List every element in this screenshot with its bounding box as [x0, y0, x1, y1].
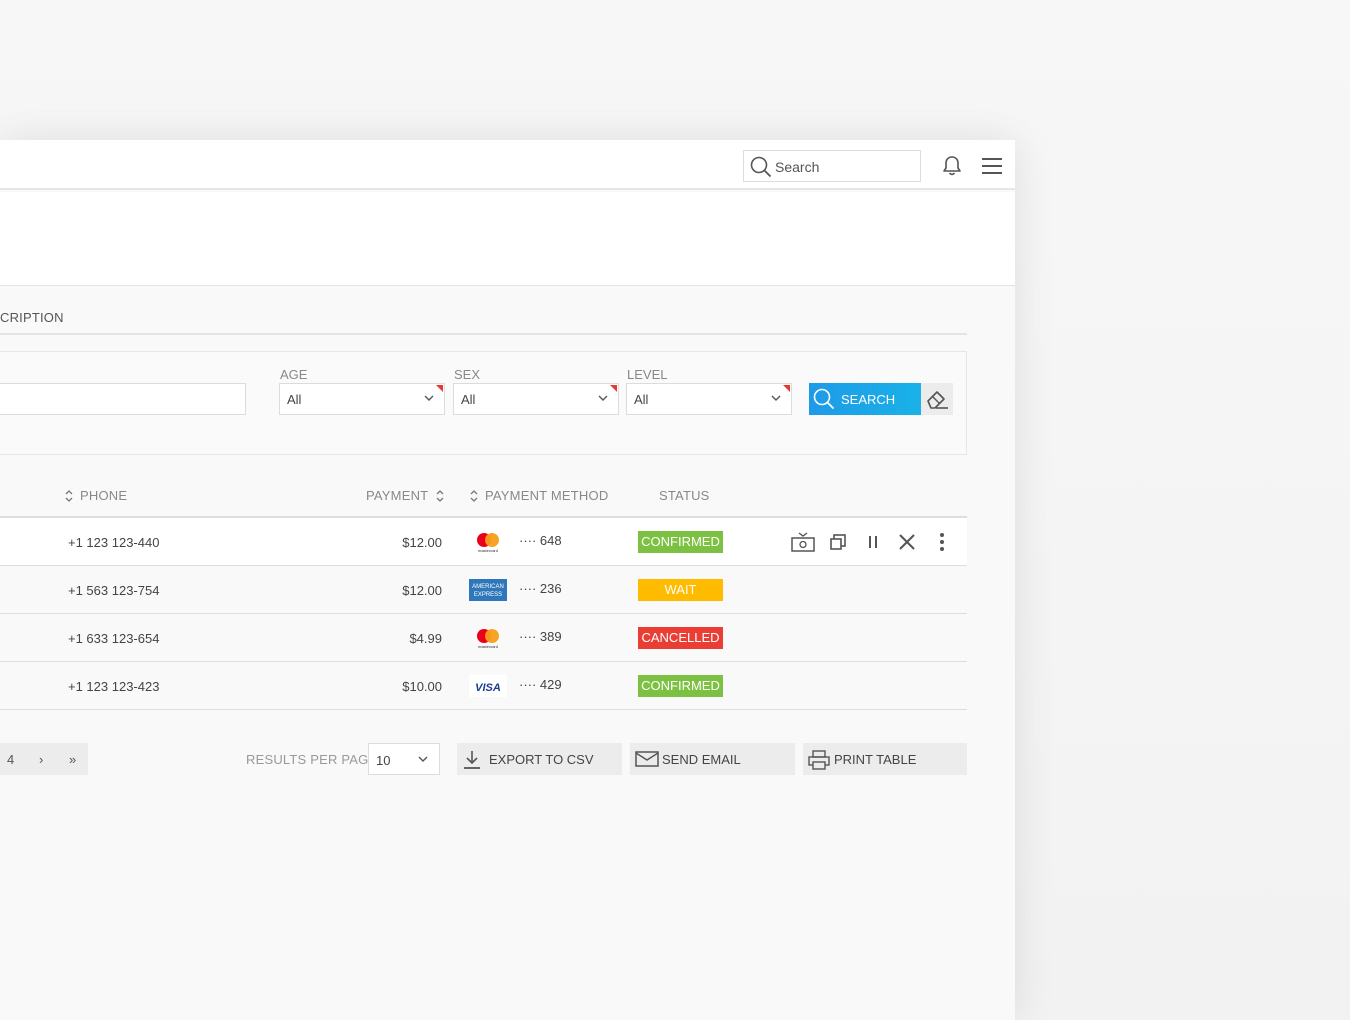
download-icon: [464, 751, 480, 769]
mastercard-text: mastercard: [478, 644, 498, 649]
print-table-label: PRINT TABLE: [834, 752, 917, 767]
sort-icon: [436, 489, 444, 502]
printer-icon: [808, 750, 830, 770]
mastercard-icon: mastercard: [477, 629, 499, 649]
sort-icon: [65, 489, 73, 502]
table-row[interactable]: +1 633 123-654 $4.99 mastercard ···· 389…: [0, 614, 967, 662]
mastercard-text: mastercard: [478, 548, 498, 553]
card-last4-cell: ···· 429: [519, 677, 562, 692]
results-per-page-label: RESULTS PER PAGE: [246, 752, 378, 767]
export-csv-button[interactable]: EXPORT TO CSV: [457, 743, 622, 775]
column-header-status: STATUS: [659, 488, 710, 503]
search-button-label: SEARCH: [841, 392, 896, 407]
pause-icon[interactable]: [860, 530, 886, 554]
mail-icon: [635, 751, 659, 767]
column-header-status-label: STATUS: [659, 488, 710, 503]
table-row[interactable]: +1 563 123-754 $12.00 AMERICAN EXPRESS ·…: [0, 566, 967, 614]
eraser-icon: [927, 391, 948, 409]
age-label: AGE: [280, 367, 308, 382]
age-select[interactable]: All: [279, 383, 445, 415]
status-badge: CANCELLED: [638, 627, 723, 649]
visa-icon: VISA: [469, 675, 507, 697]
age-value: All: [287, 392, 302, 407]
chevron-down-icon: [771, 395, 781, 401]
send-email-label: SEND EMAIL: [662, 752, 741, 767]
send-email-button[interactable]: SEND EMAIL: [630, 743, 795, 775]
top-bar: [0, 140, 1015, 190]
status-badge: CONFIRMED: [638, 531, 723, 553]
chevron-down-icon: [598, 395, 608, 401]
last-page-button[interactable]: »: [69, 752, 76, 767]
card-last4-cell: ···· 389: [519, 629, 562, 644]
table-row[interactable]: +1 123 123-423 $10.00 VISA ···· 429 CONF…: [0, 662, 967, 710]
column-header-payment[interactable]: PAYMENT: [366, 488, 446, 503]
section-label: CRIPTION: [0, 310, 64, 325]
bell-icon[interactable]: [940, 154, 964, 178]
phone-cell: +1 123 123-423: [68, 679, 160, 694]
column-header-payment-method[interactable]: PAYMENT METHOD: [468, 488, 608, 503]
search-icon: [813, 388, 835, 410]
required-marker: [436, 385, 443, 392]
filter-panel: AGE All SEX All LEVEL All SEARCH: [0, 351, 967, 455]
chevron-down-icon: [424, 395, 434, 401]
chevron-down-icon: [418, 756, 428, 762]
column-header-phone[interactable]: PHONE: [63, 488, 127, 503]
refund-icon[interactable]: [790, 530, 816, 554]
mastercard-icon: mastercard: [477, 533, 499, 553]
column-header-phone-label: PHONE: [80, 488, 128, 503]
card-last4-cell: ···· 648: [519, 533, 562, 548]
payment-cell: $4.99: [409, 631, 442, 646]
amex-text-1: AMERICAN: [472, 584, 504, 590]
card-last4-cell: ···· 236: [519, 581, 562, 596]
more-vertical-icon[interactable]: [929, 530, 955, 554]
required-marker: [610, 385, 617, 392]
amex-icon: AMERICAN EXPRESS: [469, 579, 507, 601]
level-value: All: [634, 392, 649, 407]
sort-icon: [470, 489, 478, 502]
amex-text-2: EXPRESS: [474, 592, 502, 598]
app-window: CRIPTION AGE All SEX All LEVEL All S: [0, 140, 1015, 1020]
clear-filters-button[interactable]: [921, 383, 953, 415]
sex-select[interactable]: All: [453, 383, 619, 415]
results-per-page-select[interactable]: 10: [368, 743, 440, 775]
print-table-button[interactable]: PRINT TABLE: [803, 743, 967, 775]
pagination: 4 › »: [0, 743, 88, 775]
filter-text-input[interactable]: [0, 383, 246, 415]
search-button[interactable]: SEARCH: [809, 383, 921, 415]
menu-icon[interactable]: [980, 154, 1004, 178]
copy-icon[interactable]: [825, 530, 851, 554]
search-icon: [750, 156, 772, 178]
search-input[interactable]: [775, 157, 915, 177]
divider: [0, 333, 967, 335]
level-label: LEVEL: [627, 367, 668, 382]
visa-text: VISA: [475, 682, 501, 694]
results-per-page-value: 10: [376, 753, 391, 768]
next-page-button[interactable]: ›: [39, 752, 43, 767]
sex-label: SEX: [454, 367, 481, 382]
phone-cell: +1 123 123-440: [68, 535, 160, 550]
column-header-payment-method-label: PAYMENT METHOD: [485, 488, 609, 503]
phone-cell: +1 633 123-654: [68, 631, 160, 646]
column-header-payment-label: PAYMENT: [366, 488, 429, 503]
close-icon[interactable]: [894, 530, 920, 554]
status-badge: WAIT: [638, 579, 723, 601]
search-field[interactable]: [743, 150, 921, 182]
header-panel: [0, 192, 1015, 286]
sex-value: All: [461, 392, 476, 407]
required-marker: [783, 385, 790, 392]
phone-cell: +1 563 123-754: [68, 583, 160, 598]
payment-cell: $12.00: [402, 583, 442, 598]
export-csv-label: EXPORT TO CSV: [489, 752, 594, 767]
page-number[interactable]: 4: [7, 752, 14, 767]
payment-cell: $12.00: [402, 535, 442, 550]
level-select[interactable]: All: [626, 383, 792, 415]
status-badge: CONFIRMED: [638, 675, 723, 697]
table-row[interactable]: +1 123 123-440 $12.00 mastercard ···· 64…: [0, 518, 967, 566]
payment-cell: $10.00: [402, 679, 442, 694]
